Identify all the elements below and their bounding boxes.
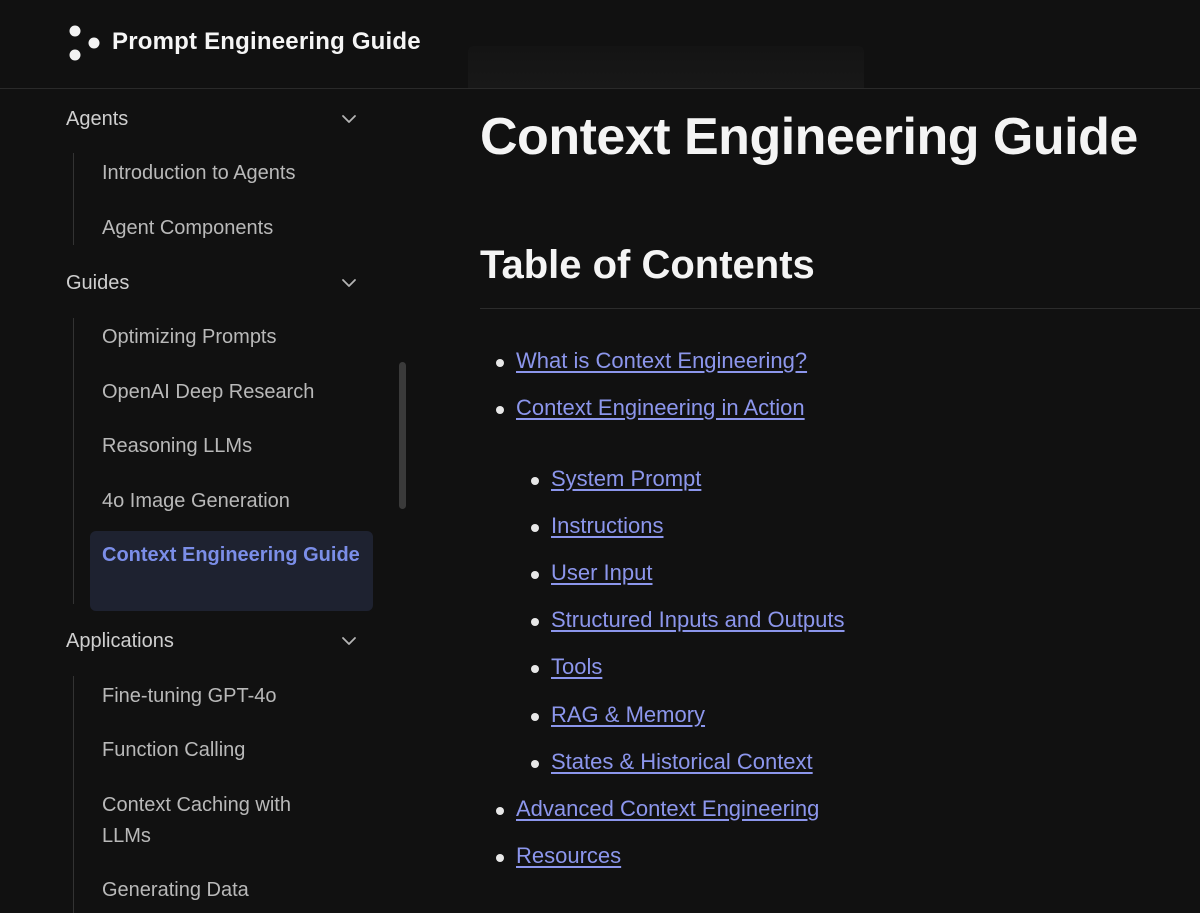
toc-link-system-prompt[interactable]: System Prompt <box>551 466 701 492</box>
sidebar-item-generating-data[interactable]: Generating Data <box>102 875 362 906</box>
toc-heading: Table of Contents <box>480 243 815 287</box>
chevron-down-icon <box>342 637 356 645</box>
sidebar-item-introduction-to-agents[interactable]: Introduction to Agents <box>102 158 362 189</box>
list-bullet <box>496 359 504 367</box>
toc-link-advanced-context-engineering[interactable]: Advanced Context Engineering <box>516 796 819 822</box>
page-title: Context Engineering Guide <box>480 108 1138 166</box>
toc-link-instructions[interactable]: Instructions <box>551 513 664 539</box>
list-bullet <box>531 665 539 673</box>
toc-link-context-engineering-in-action[interactable]: Context Engineering in Action <box>516 395 805 421</box>
list-bullet <box>531 760 539 768</box>
toc-link-what-is-context-engineering[interactable]: What is Context Engineering? <box>516 348 807 374</box>
sidebar-item-4o-image-generation[interactable]: 4o Image Generation <box>102 486 362 517</box>
chevron-down-icon <box>342 115 356 123</box>
sidebar-item-fine-tuning-gpt-4o[interactable]: Fine-tuning GPT-4o <box>102 681 362 712</box>
sidebar-section-label: Agents <box>66 107 129 130</box>
sidebar-item-function-calling[interactable]: Function Calling <box>102 735 362 766</box>
sidebar-section-label: Applications <box>66 629 174 652</box>
page: Prompt Engineering Guide Agents Introduc… <box>0 0 1200 913</box>
sidebar-section-applications[interactable]: Applications <box>66 621 366 661</box>
sidebar-section-agents[interactable]: Agents <box>66 99 366 139</box>
sidebar-item-context-caching-with-llms[interactable]: Context Caching with LLMs <box>102 790 332 852</box>
list-bullet <box>531 618 539 626</box>
toc-link-user-input[interactable]: User Input <box>551 560 653 586</box>
toc-link-structured-inputs-and-outputs[interactable]: Structured Inputs and Outputs <box>551 607 845 633</box>
toc-link-tools[interactable]: Tools <box>551 654 602 680</box>
heading-divider <box>480 308 1200 309</box>
sidebar-scrollbar[interactable] <box>399 362 406 509</box>
toc-link-rag-memory[interactable]: RAG & Memory <box>551 702 705 728</box>
main-content: Context Engineering Guide Table of Conte… <box>480 89 1200 913</box>
sidebar-section-label: Guides <box>66 271 130 294</box>
chevron-down-icon <box>342 279 356 287</box>
sidebar-item-agent-components[interactable]: Agent Components <box>102 213 362 244</box>
sidebar-rail <box>73 153 74 245</box>
top-navbar: Prompt Engineering Guide <box>0 0 1200 89</box>
sidebar: Agents Introduction to Agents Agent Comp… <box>0 89 410 913</box>
list-bullet <box>496 406 504 414</box>
list-bullet <box>531 524 539 532</box>
toc-link-states-historical-context[interactable]: States & Historical Context <box>551 749 813 775</box>
list-bullet <box>496 807 504 815</box>
sidebar-section-guides[interactable]: Guides <box>66 263 366 303</box>
list-bullet <box>531 713 539 721</box>
sidebar-item-label: Context Engineering Guide <box>102 544 360 566</box>
list-bullet <box>496 854 504 862</box>
sidebar-item-optimizing-prompts[interactable]: Optimizing Prompts <box>102 322 362 353</box>
sidebar-item-reasoning-llms[interactable]: Reasoning LLMs <box>102 431 362 462</box>
list-bullet <box>531 477 539 485</box>
search-box[interactable] <box>468 46 864 88</box>
three-dots-logo-icon[interactable] <box>66 24 102 62</box>
sidebar-item-openai-deep-research[interactable]: OpenAI Deep Research <box>102 377 362 408</box>
sidebar-rail <box>73 676 74 913</box>
list-bullet <box>531 571 539 579</box>
brand-title[interactable]: Prompt Engineering Guide <box>112 28 421 56</box>
toc-link-resources[interactable]: Resources <box>516 843 621 869</box>
sidebar-rail <box>73 318 74 604</box>
sidebar-item-context-engineering-guide-active[interactable]: Context Engineering Guide <box>90 531 373 611</box>
